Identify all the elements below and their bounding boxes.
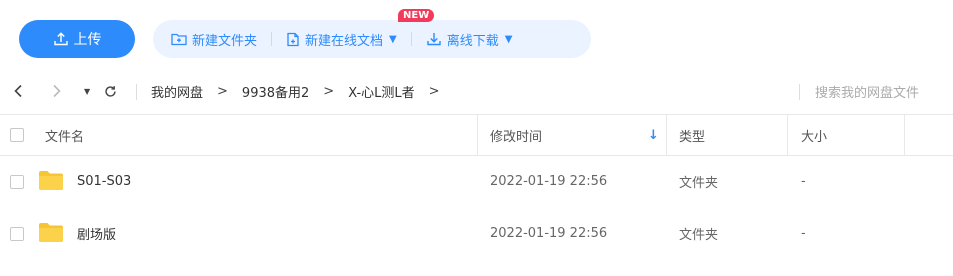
chevron-down-icon: ▼ bbox=[389, 33, 397, 45]
file-type: 文件夹 bbox=[679, 227, 719, 243]
offline-download-label: 离线下载 bbox=[446, 33, 499, 49]
refresh-icon[interactable] bbox=[104, 72, 117, 110]
breadcrumb-item[interactable]: 我的网盘 bbox=[151, 82, 203, 101]
file-type: 文件夹 bbox=[679, 175, 719, 191]
upload-icon bbox=[53, 31, 69, 47]
column-header-size[interactable]: 大小 bbox=[801, 115, 827, 155]
search-placeholder: 搜索我的网盘文件 bbox=[815, 85, 920, 101]
chevron-down-icon: ▼ bbox=[504, 33, 513, 45]
row-checkbox[interactable] bbox=[10, 227, 24, 241]
offline-download-button[interactable]: 离线下载 ▼ bbox=[426, 30, 513, 49]
nav-divider bbox=[136, 84, 137, 100]
navigation-bar: ▼ 我的网盘 > 9938备用2 > X-心L测L者 > 搜索我的网盘文件 bbox=[0, 72, 953, 110]
action-group: 新建文件夹 新建在线文档 ▼ 离线下载 ▼ NEW bbox=[153, 9, 591, 58]
new-online-doc-button[interactable]: 新建在线文档 ▼ bbox=[286, 30, 397, 49]
file-size: - bbox=[801, 225, 806, 241]
column-divider bbox=[477, 115, 478, 155]
column-divider bbox=[904, 115, 905, 155]
modified-time: 2022-01-19 22:56 bbox=[490, 225, 608, 241]
file-name[interactable]: 剧场版 bbox=[77, 207, 116, 259]
toolbar-divider bbox=[271, 32, 273, 46]
column-header-type[interactable]: 类型 bbox=[679, 115, 705, 155]
column-divider bbox=[666, 115, 667, 155]
history-dropdown-icon[interactable]: ▼ bbox=[84, 72, 90, 110]
row-checkbox[interactable] bbox=[10, 175, 24, 189]
breadcrumb-separator-icon: > bbox=[428, 83, 440, 99]
table-row[interactable]: 剧场版 2022-01-19 22:56 文件夹 - bbox=[0, 207, 953, 259]
toolbar: 上传 新建文件夹 新建在线文档 ▼ 离线下载 ▼ NEW bbox=[0, 0, 953, 72]
table-row[interactable]: S01-S03 2022-01-19 22:56 文件夹 - bbox=[0, 155, 953, 207]
download-icon bbox=[426, 31, 442, 47]
new-folder-button[interactable]: 新建文件夹 bbox=[171, 30, 257, 49]
search-divider bbox=[799, 84, 800, 100]
breadcrumb-separator-icon: > bbox=[217, 83, 228, 99]
new-online-doc-label: 新建在线文档 bbox=[305, 33, 384, 49]
new-folder-label: 新建文件夹 bbox=[192, 33, 258, 49]
breadcrumb-separator-icon: > bbox=[323, 83, 335, 99]
column-header-name[interactable]: 文件名 bbox=[45, 115, 84, 155]
column-header-modified[interactable]: 修改时间 bbox=[490, 115, 542, 155]
breadcrumb-item[interactable]: X-心L测L者 bbox=[348, 82, 414, 101]
file-name[interactable]: S01-S03 bbox=[77, 155, 131, 207]
file-table-header: 文件名 修改时间 ↓ 类型 大小 bbox=[0, 114, 953, 156]
sort-descending-icon[interactable]: ↓ bbox=[648, 115, 659, 155]
new-folder-icon bbox=[171, 32, 187, 46]
column-divider bbox=[787, 115, 788, 155]
back-arrow-icon[interactable] bbox=[13, 72, 23, 110]
forward-arrow-icon[interactable] bbox=[52, 72, 62, 110]
upload-button-label: 上传 bbox=[73, 32, 102, 48]
toolbar-divider bbox=[410, 32, 412, 46]
folder-icon bbox=[39, 223, 63, 246]
breadcrumb-item[interactable]: 9938备用2 bbox=[242, 82, 309, 101]
new-badge: NEW bbox=[398, 9, 435, 22]
folder-icon bbox=[39, 171, 63, 194]
search-input[interactable]: 搜索我的网盘文件 bbox=[815, 72, 919, 110]
new-doc-icon bbox=[286, 32, 300, 47]
file-size: - bbox=[801, 173, 806, 189]
select-all-checkbox[interactable] bbox=[10, 128, 24, 142]
upload-button[interactable]: 上传 bbox=[19, 20, 135, 58]
breadcrumb: 我的网盘 > 9938备用2 > X-心L测L者 > bbox=[151, 72, 454, 110]
modified-time: 2022-01-19 22:56 bbox=[490, 173, 608, 189]
